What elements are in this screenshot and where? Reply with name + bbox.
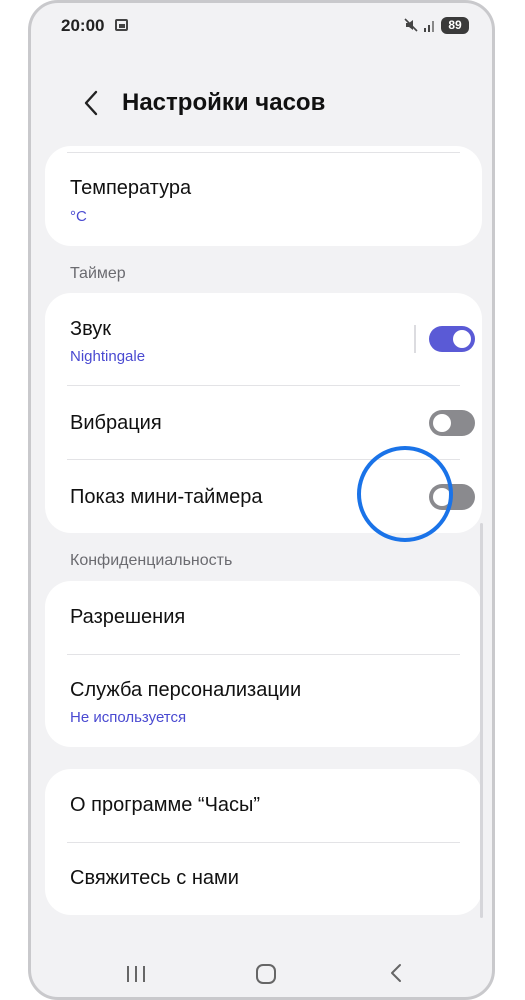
temperature-value: °C — [70, 208, 87, 225]
recent-apps-icon — [127, 966, 129, 982]
permissions-row[interactable]: Разрешения — [45, 581, 482, 654]
sound-title: Звук — [70, 318, 112, 340]
mute-icon — [404, 18, 418, 32]
timer-section-label: Таймер — [70, 265, 126, 282]
privacy-section-label: Конфиденциальность — [70, 552, 233, 569]
about-row[interactable]: О программе “Часы” — [45, 769, 482, 842]
separator — [414, 325, 416, 353]
vibration-title: Вибрация — [70, 412, 162, 434]
vibration-toggle[interactable] — [429, 410, 475, 436]
header: Настройки часов — [31, 73, 492, 133]
home-button[interactable] — [256, 964, 276, 984]
temperature-title: Температура — [70, 177, 192, 199]
temperature-row[interactable]: Температура °C — [45, 146, 482, 246]
signal-icon — [424, 21, 434, 32]
battery-icon: 89 — [441, 17, 469, 34]
scrollbar[interactable] — [480, 523, 483, 918]
about-title: О программе “Часы” — [70, 794, 261, 816]
navigation-bar — [31, 948, 492, 997]
sound-value: Nightingale — [70, 348, 146, 365]
nav-back-icon[interactable] — [388, 962, 404, 984]
gallery-notification-icon — [115, 19, 128, 31]
toggle-knob — [453, 330, 471, 348]
mini-timer-title: Показ мини-таймера — [70, 486, 263, 508]
privacy-card: Разрешения Служба персонализации Не испо… — [45, 581, 482, 747]
page-title: Настройки часов — [122, 89, 326, 116]
personalization-value: Не используется — [70, 709, 187, 726]
back-arrow-icon[interactable] — [79, 87, 103, 119]
highlight-circle — [357, 446, 453, 542]
sound-toggle[interactable] — [429, 326, 475, 352]
contact-row[interactable]: Свяжитесь с нами — [45, 842, 482, 915]
status-time: 20:00 — [61, 16, 105, 35]
personalization-title: Служба персонализации — [70, 679, 302, 701]
contact-title: Свяжитесь с нами — [70, 867, 239, 889]
about-card: О программе “Часы” Свяжитесь с нами — [45, 769, 482, 915]
personalization-row[interactable]: Служба персонализации Не используется — [45, 654, 482, 747]
sound-row[interactable]: Звук Nightingale — [45, 293, 482, 385]
status-bar: 20:00 89 — [31, 3, 492, 49]
toggle-knob — [433, 414, 451, 432]
permissions-title: Разрешения — [70, 606, 186, 628]
temperature-card: Температура °C — [45, 146, 482, 246]
recent-apps-button[interactable] — [127, 966, 147, 982]
